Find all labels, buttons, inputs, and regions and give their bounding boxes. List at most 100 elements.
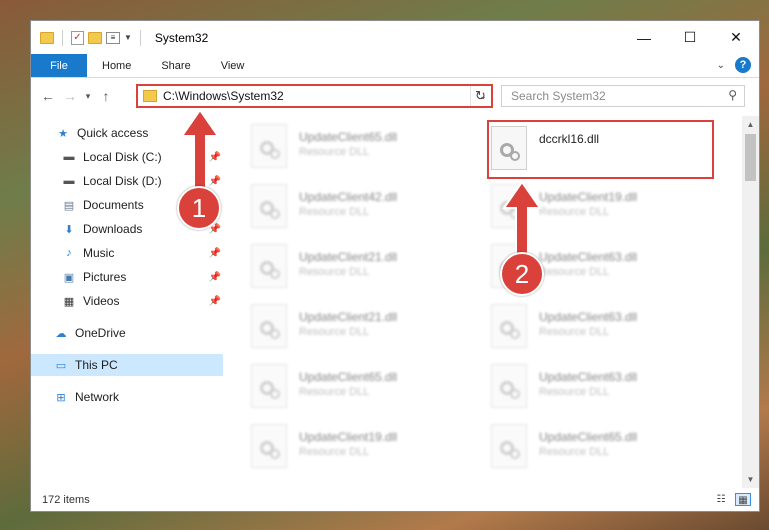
navigation-bar: ← → ▾ ↑ C:\Windows\System32 ⌄ ↻ ⚲ — [31, 78, 759, 114]
file-name: UpdateClient19.dll — [539, 190, 638, 204]
sidebar-item-this-pc[interactable]: ▭ This PC — [31, 354, 223, 376]
ribbon-tabs: File Home Share View ⌄ ? — [31, 54, 759, 78]
search-icon[interactable]: ⚲ — [728, 88, 737, 102]
pin-icon[interactable]: 📌 — [209, 296, 221, 307]
search-box[interactable]: ⚲ — [501, 85, 745, 107]
music-icon: ♪ — [66, 247, 72, 259]
scroll-up-icon[interactable]: ▲ — [742, 116, 759, 133]
title-bar: ✓ ≡ ▼ System32 — ☐ ✕ — [31, 21, 759, 54]
file-name: UpdateClient21.dll — [299, 310, 398, 324]
callout-badge-1: 1 — [177, 186, 221, 230]
expand-ribbon-icon[interactable]: ⌄ — [717, 60, 725, 71]
file-name: UpdateClient65.dll — [539, 430, 638, 444]
sidebar-item-music[interactable]: ♪ Music 📌 — [31, 242, 223, 264]
download-icon: ⬇ — [64, 223, 74, 236]
sidebar-item-videos[interactable]: ▦ Videos 📌 — [31, 290, 223, 312]
star-icon: ★ — [58, 127, 68, 140]
sidebar-item-label: Videos — [83, 294, 120, 308]
tab-view[interactable]: View — [206, 54, 260, 77]
view-switcher: ☷ ▦ — [713, 493, 751, 506]
file-name: UpdateClient63.dll — [539, 250, 638, 264]
file-item[interactable]: UpdateClient63.dll Resource DLL — [491, 364, 721, 414]
large-icons-view-icon[interactable]: ▦ — [735, 493, 751, 506]
file-item[interactable]: UpdateClient65.dll Resource DLL — [251, 364, 481, 414]
tab-home[interactable]: Home — [87, 54, 146, 77]
cloud-icon: ☁ — [55, 327, 67, 340]
file-name: UpdateClient42.dll — [299, 190, 398, 204]
file-item[interactable]: UpdateClient65.dll Resource DLL — [251, 124, 481, 174]
status-bar: 172 items ☷ ▦ — [31, 489, 759, 511]
properties-check-icon[interactable]: ✓ — [71, 30, 84, 45]
up-arrow-icon[interactable]: ↑ — [95, 88, 117, 104]
dll-file-icon — [251, 184, 287, 228]
file-item[interactable]: UpdateClient19.dll Resource DLL — [251, 424, 481, 474]
scroll-down-icon[interactable]: ▼ — [742, 471, 759, 488]
sidebar-item-label: Pictures — [83, 270, 127, 284]
sidebar-item-label: Local Disk (D:) — [83, 174, 162, 188]
file-type: Resource DLL — [299, 386, 370, 398]
item-count: 172 items — [42, 494, 90, 506]
file-item[interactable]: UpdateClient63.dll Resource DLL — [491, 304, 721, 354]
sidebar-item-pictures[interactable]: ▣ Pictures 📌 — [31, 266, 223, 288]
file-item[interactable]: UpdateClient42.dll Resource DLL — [251, 184, 481, 234]
new-folder-icon[interactable] — [88, 31, 102, 44]
address-bar[interactable]: C:\Windows\System32 ⌄ — [136, 84, 493, 108]
sidebar-item-label: This PC — [75, 358, 118, 372]
pictures-icon: ▣ — [63, 271, 75, 284]
recent-locations-chevron-icon[interactable]: ▾ — [81, 91, 95, 102]
computer-icon: ▭ — [55, 359, 67, 372]
callout-arrow-1 — [180, 108, 220, 193]
file-name: UpdateClient63.dll — [539, 310, 638, 324]
explorer-window: ✓ ≡ ▼ System32 — ☐ ✕ File Home Share Vie… — [30, 20, 760, 512]
pin-icon[interactable]: 📌 — [209, 272, 221, 283]
vertical-scrollbar[interactable]: ▲ ▼ — [742, 116, 759, 488]
maximize-button[interactable]: ☐ — [667, 21, 713, 54]
file-name: UpdateClient19.dll — [299, 430, 398, 444]
scrollbar-thumb[interactable] — [745, 134, 756, 181]
sidebar-item-label: Music — [83, 246, 115, 260]
file-type: Resource DLL — [299, 446, 370, 458]
dll-file-icon — [251, 244, 287, 288]
search-input[interactable] — [511, 89, 711, 103]
file-name: UpdateClient63.dll — [539, 370, 638, 384]
file-item[interactable]: UpdateClient65.dll Resource DLL — [491, 424, 721, 474]
dll-file-icon — [491, 304, 527, 348]
sidebar-item-label: Documents — [83, 198, 144, 212]
folder-icon[interactable] — [40, 31, 54, 44]
file-type: Resource DLL — [539, 326, 610, 338]
dll-file-icon — [491, 424, 527, 468]
file-list: UpdateClient65.dll Resource DLL dccrkl16… — [227, 116, 741, 496]
pin-icon[interactable]: 📌 — [209, 248, 221, 259]
customize-icon[interactable]: ≡ — [106, 31, 120, 44]
file-type: Resource DLL — [299, 266, 370, 278]
file-type: Resource DLL — [299, 146, 370, 158]
file-type: Resource DLL — [539, 266, 610, 278]
file-type: Resource DLL — [539, 206, 610, 218]
sidebar-item-label: Network — [75, 390, 120, 404]
help-icon[interactable]: ? — [735, 57, 751, 73]
sidebar-item-label: Quick access — [77, 126, 149, 140]
toolbar-divider — [62, 29, 63, 46]
callout-badge-2: 2 — [500, 252, 544, 296]
details-view-icon[interactable]: ☷ — [713, 493, 729, 506]
file-item[interactable]: UpdateClient21.dll Resource DLL — [251, 304, 481, 354]
chevron-down-icon[interactable]: ▼ — [124, 33, 132, 42]
minimize-button[interactable]: — — [621, 21, 667, 54]
sidebar-item-network[interactable]: ⊞ Network — [31, 386, 223, 408]
file-name: UpdateClient65.dll — [299, 130, 398, 144]
back-arrow-icon[interactable]: ← — [37, 88, 59, 104]
file-type: Resource DLL — [539, 386, 610, 398]
sidebar-item-onedrive[interactable]: ☁ OneDrive — [31, 322, 223, 344]
tab-share[interactable]: Share — [146, 54, 205, 77]
quick-access-toolbar: ✓ ≡ ▼ — [40, 29, 145, 46]
file-item[interactable]: UpdateClient21.dll Resource DLL — [251, 244, 481, 294]
dll-file-icon — [251, 364, 287, 408]
refresh-icon[interactable]: ↻ — [470, 86, 490, 106]
sidebar-item-label: OneDrive — [75, 326, 126, 340]
tab-file[interactable]: File — [31, 54, 87, 77]
forward-arrow-icon[interactable]: → — [59, 88, 81, 104]
ribbon-right-controls: ⌄ ? — [717, 57, 751, 73]
file-type: Resource DLL — [299, 206, 370, 218]
close-button[interactable]: ✕ — [713, 21, 759, 54]
address-path[interactable]: C:\Windows\System32 — [163, 89, 475, 103]
